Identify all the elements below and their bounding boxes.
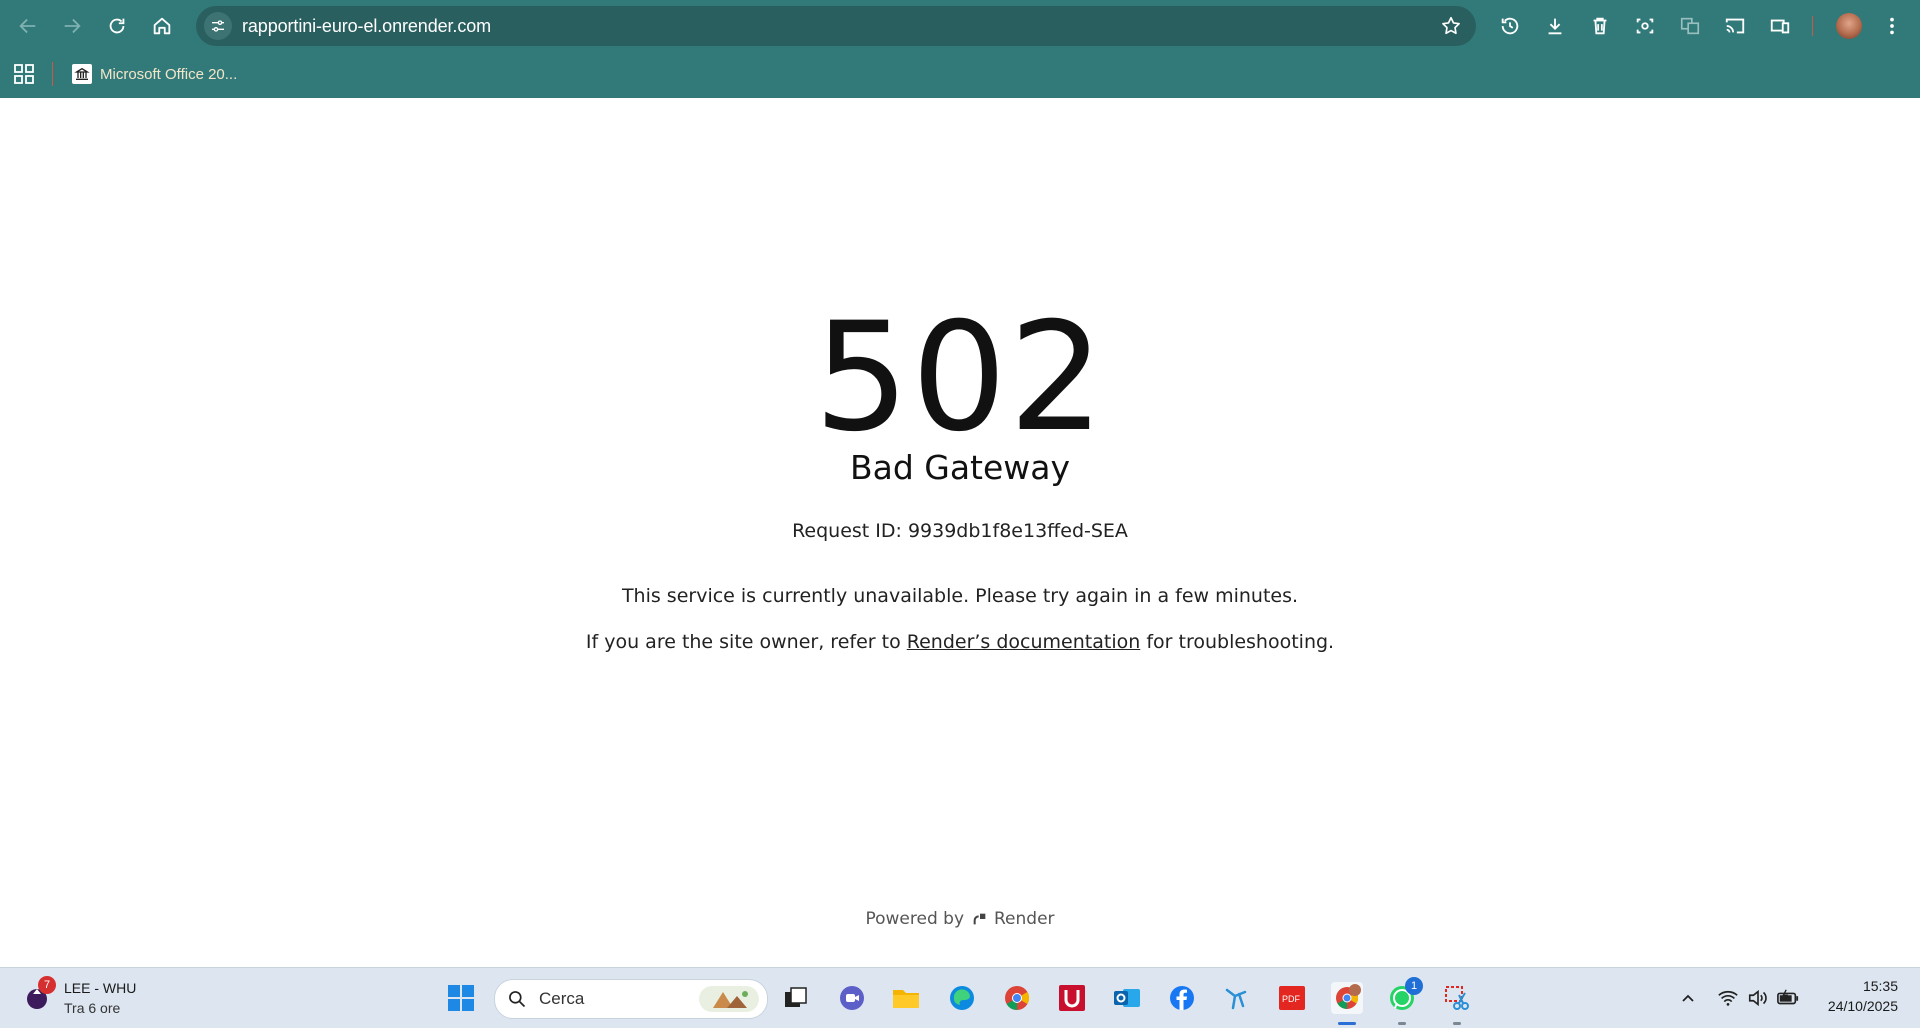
reload-button[interactable] — [101, 10, 133, 42]
pdf-icon: PDF — [1279, 986, 1305, 1010]
devices-icon[interactable] — [1766, 12, 1794, 40]
home-button[interactable] — [146, 10, 178, 42]
render-brand-label: Render — [994, 909, 1055, 929]
weather-subtitle: Tra 6 ore — [64, 1000, 121, 1016]
facebook-icon — [1170, 986, 1194, 1010]
browser-chrome: rapportini-euro-el.onrender.com Microsof… — [0, 0, 1920, 98]
search-icon — [509, 991, 526, 1008]
download-icon[interactable] — [1541, 12, 1569, 40]
powered-by-label: Powered by — [865, 909, 964, 929]
weather-widget[interactable]: 7 LEE - WHU Tra 6 ore — [24, 976, 164, 1020]
wifi-icon — [1718, 990, 1738, 1006]
facebook-app[interactable] — [1166, 982, 1198, 1014]
snipping-tool-app[interactable] — [1441, 982, 1473, 1014]
translate-icon[interactable] — [1676, 12, 1704, 40]
search-placeholder: Cerca — [539, 989, 585, 1008]
system-clock[interactable]: 15:35 24/10/2025 — [1828, 976, 1898, 1016]
bookmark-star-icon[interactable] — [1440, 15, 1462, 37]
pdf-app[interactable]: PDF — [1276, 982, 1308, 1014]
render-docs-link[interactable]: Render’s documentation — [907, 631, 1141, 653]
clock-time: 15:35 — [1862, 978, 1898, 994]
volume-status[interactable] — [1746, 986, 1770, 1010]
apps-grid-icon[interactable] — [12, 62, 36, 86]
url-text: rapportini-euro-el.onrender.com — [242, 16, 492, 36]
player-icon — [1225, 988, 1247, 1010]
chrome-app[interactable] — [1001, 982, 1033, 1014]
bookmarks-divider — [52, 62, 53, 86]
menu-icon[interactable] — [1878, 12, 1906, 40]
error-code: 502 — [813, 291, 1107, 465]
active-app-indicator — [1338, 1022, 1356, 1025]
unavailable-message: This service is currently unavailable. P… — [621, 585, 1299, 607]
show-hidden-icons[interactable] — [1676, 986, 1700, 1010]
folder-icon — [893, 990, 919, 1008]
reload-icon — [109, 18, 125, 34]
page-content: 502 Bad Gateway Request ID: 9939db1f8e13… — [0, 98, 1920, 967]
edge-app[interactable] — [946, 982, 978, 1014]
address-bar[interactable]: rapportini-euro-el.onrender.com — [196, 6, 1476, 46]
app-red-u-icon — [1059, 985, 1085, 1011]
bookmark-label: Microsoft Office 20... — [100, 65, 238, 83]
windows-logo-icon — [448, 985, 474, 1011]
request-id: Request ID: 9939db1f8e13ffed-SEA — [792, 520, 1128, 542]
lens-icon[interactable] — [1631, 12, 1659, 40]
teams-icon — [840, 986, 864, 1010]
start-button[interactable] — [445, 982, 477, 1014]
profile-avatar[interactable] — [1836, 13, 1862, 39]
red-app[interactable] — [1056, 982, 1088, 1014]
tennis-app[interactable] — [1221, 982, 1253, 1014]
render-brand[interactable]: Render — [972, 909, 1055, 929]
battery-charging-icon — [1777, 989, 1799, 1005]
bookmark-microsoft-office[interactable]: Microsoft Office 20... — [72, 60, 237, 88]
wifi-status[interactable] — [1716, 986, 1740, 1010]
svg-text:PDF: PDF — [1282, 994, 1301, 1004]
forward-button[interactable] — [56, 10, 88, 42]
chevron-up-icon — [1682, 994, 1694, 1002]
speaker-icon — [1748, 989, 1767, 1007]
chrome-icon — [1005, 986, 1030, 1010]
outlook-icon — [1114, 989, 1140, 1007]
cast-icon[interactable] — [1721, 12, 1749, 40]
forward-arrow-icon — [64, 18, 81, 34]
teams-app[interactable] — [836, 982, 868, 1014]
snipping-tool-icon — [1445, 986, 1469, 1010]
home-icon — [153, 17, 171, 35]
task-view-button[interactable] — [780, 982, 812, 1014]
task-view-icon — [785, 987, 807, 1007]
battery-status[interactable] — [1776, 986, 1800, 1010]
bookmarks-bar: Microsoft Office 20... — [0, 52, 1920, 98]
taskbar-search[interactable]: Cerca — [494, 979, 768, 1019]
search-highlight-art-icon — [699, 986, 759, 1012]
back-arrow-icon — [19, 18, 36, 34]
windows-taskbar: 7 LEE - WHU Tra 6 ore Cerca PDF 1 15:35 … — [0, 967, 1920, 1028]
powered-by: Powered by Render — [0, 909, 1920, 929]
owner-message-suffix: for troubleshooting. — [1146, 631, 1335, 653]
browser-toolbar: rapportini-euro-el.onrender.com — [0, 0, 1920, 52]
render-logo-icon — [973, 913, 986, 925]
open-app-indicator — [1453, 1022, 1461, 1025]
clock-date: 24/10/2025 — [1827, 998, 1898, 1014]
error-reason: Bad Gateway — [849, 448, 1071, 487]
owner-message: If you are the site owner, refer to Rend… — [0, 631, 1920, 653]
history-icon[interactable] — [1496, 12, 1524, 40]
open-app-indicator — [1398, 1022, 1406, 1025]
institution-icon — [72, 64, 92, 84]
whatsapp-badge: 1 — [1405, 977, 1423, 995]
weather-title: LEE - WHU — [64, 980, 137, 996]
chrome-profile-icon — [1336, 984, 1361, 1009]
file-explorer-app[interactable] — [890, 982, 922, 1014]
back-button[interactable] — [12, 10, 44, 42]
edge-icon — [950, 986, 974, 1010]
toolbar-divider — [1812, 16, 1813, 36]
owner-message-prefix: If you are the site owner, refer to — [585, 631, 901, 653]
delete-icon[interactable] — [1586, 12, 1614, 40]
chrome-profile-app[interactable] — [1331, 982, 1363, 1014]
notification-badge: 7 — [38, 976, 56, 994]
site-info-icon[interactable] — [204, 12, 232, 40]
outlook-app[interactable] — [1111, 982, 1143, 1014]
